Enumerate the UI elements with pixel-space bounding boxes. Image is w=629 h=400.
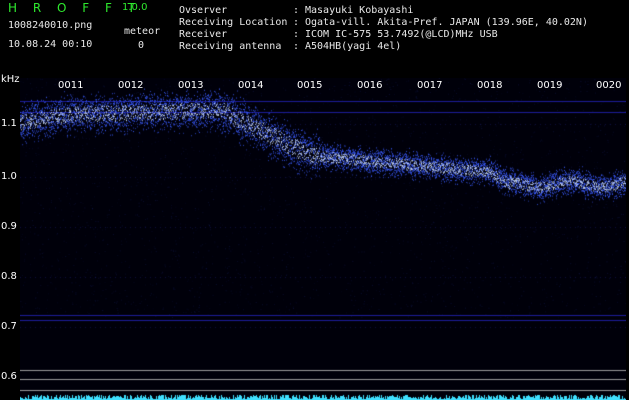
spectrogram-canvas: [20, 78, 626, 400]
info-value-antenna: A504HB(yagi 4el): [305, 41, 402, 52]
info-colon: :: [293, 29, 300, 40]
x-tick-label: 0015: [297, 80, 323, 91]
meteor-label: meteor: [124, 26, 161, 37]
x-tick-label: 0012: [118, 80, 144, 91]
info-label-receiver: Receiver: [179, 29, 228, 40]
info-value-observer: Masayuki Kobayashi: [305, 5, 414, 16]
y-tick-label: 0.8: [1, 271, 17, 282]
x-tick-label: 0014: [238, 80, 264, 91]
info-colon: :: [293, 41, 300, 52]
spectrogram-plot: [20, 78, 626, 400]
info-label-location: Receiving Location: [179, 17, 288, 28]
y-tick-label: 0.9: [1, 221, 17, 232]
x-tick-label: 0011: [58, 80, 84, 91]
meteor-count: 0: [138, 40, 145, 51]
app-version: 1.0.0: [122, 2, 148, 13]
info-value-receiver: ICOM IC-575 53.7492(@LCD)MHz USB: [305, 29, 498, 40]
header-panel: H R O F F T 1.0.0 1008240010.png 10.08.2…: [0, 0, 629, 72]
x-tick-label: 0013: [178, 80, 204, 91]
y-tick-label: 0.7: [1, 321, 17, 332]
y-tick-label: 1.0: [1, 171, 17, 182]
file-name: 1008240010.png: [8, 20, 93, 31]
x-tick-label: 0020: [596, 80, 622, 91]
info-value-location: Ogata-vill. Akita-Pref. JAPAN (139.96E, …: [305, 17, 588, 28]
x-tick-label: 0017: [417, 80, 443, 91]
y-unit-label: kHz: [1, 74, 20, 85]
info-colon: :: [293, 17, 300, 28]
y-tick-label: 0.6: [1, 371, 17, 382]
info-label-observer: Ovserver: [179, 5, 228, 16]
capture-datetime: 10.08.24 00:10: [8, 39, 93, 50]
x-tick-label: 0019: [537, 80, 563, 91]
x-tick-label: 0018: [477, 80, 503, 91]
info-colon: :: [293, 5, 300, 16]
x-tick-label: 0016: [357, 80, 383, 91]
info-label-antenna: Receiving antenna: [179, 41, 282, 52]
y-tick-label: 1.1: [1, 118, 17, 129]
